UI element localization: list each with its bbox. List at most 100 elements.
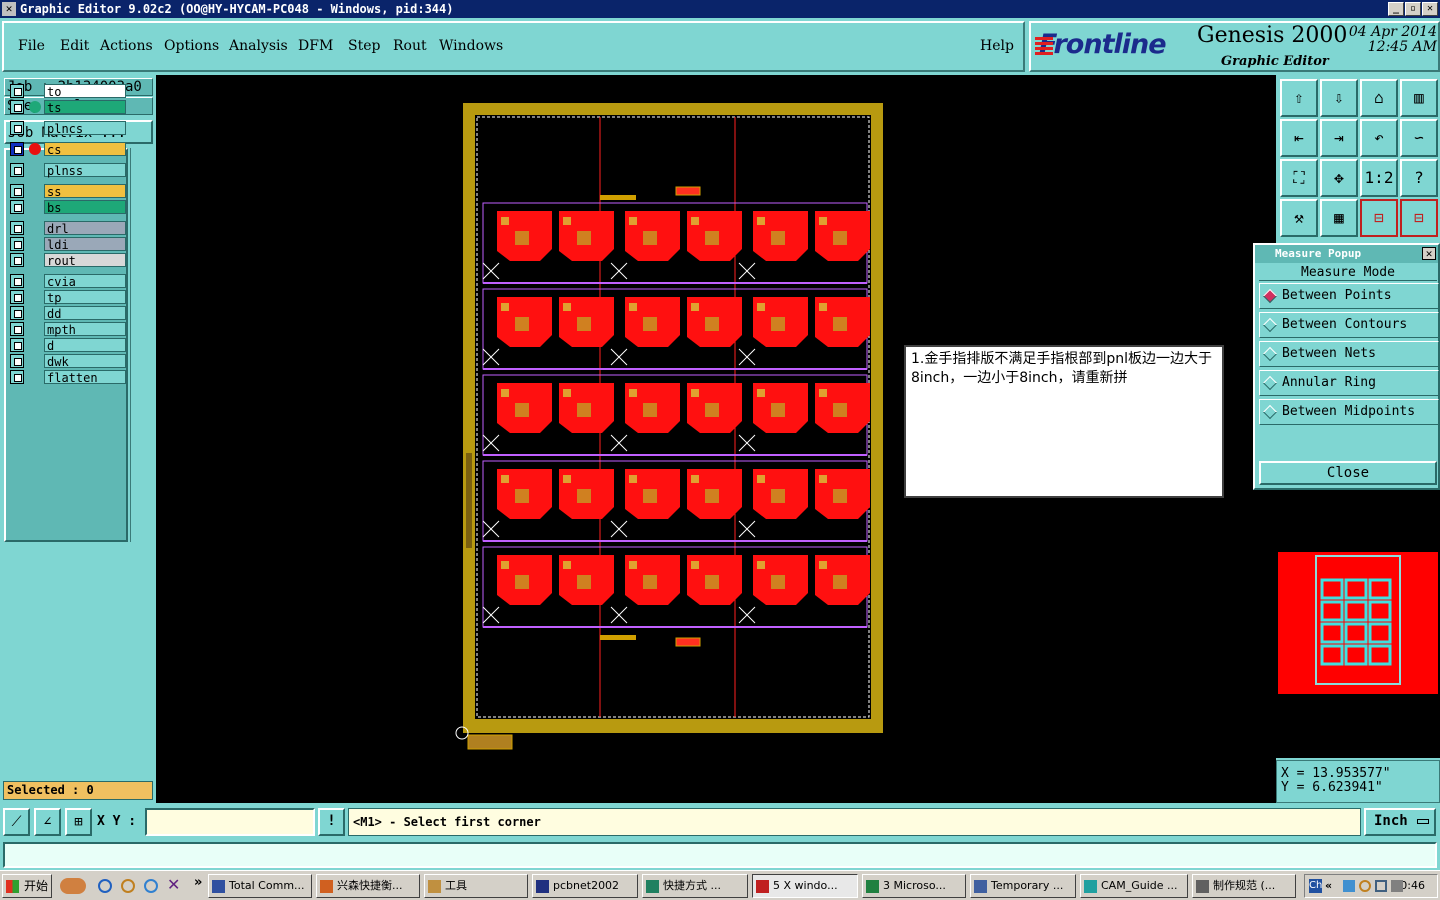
layer-checkbox[interactable] (10, 274, 24, 288)
overview-map[interactable] (1276, 490, 1440, 758)
monitor-icon[interactable] (1375, 880, 1387, 892)
center-zoom-icon[interactable]: ✥ (1320, 159, 1358, 197)
layer-checkbox[interactable] (10, 121, 24, 135)
layer-checkbox[interactable] (10, 221, 24, 235)
layer-checkbox[interactable] (10, 163, 24, 177)
close-icon[interactable]: ✕ (1422, 247, 1436, 260)
menu-step[interactable]: Step (348, 38, 380, 54)
measure-option[interactable]: Between Points (1259, 283, 1439, 309)
menu-help[interactable]: Help (980, 38, 1014, 54)
layer-checkbox[interactable] (10, 354, 24, 368)
snake-icon[interactable]: ∽ (1400, 119, 1438, 157)
layer-row[interactable]: dd (10, 306, 126, 321)
layer-row[interactable]: cs (10, 142, 126, 157)
taskbar-button[interactable]: 5 X windo... (752, 874, 858, 898)
layer-row[interactable]: flatten (10, 370, 126, 385)
network-icon[interactable] (1343, 880, 1355, 892)
layer-row[interactable]: bs (10, 200, 126, 215)
grid-snap-icon[interactable]: ⊞ (65, 808, 92, 836)
layer-checkbox[interactable] (10, 84, 24, 98)
layers-icon[interactable]: ⊟ (1360, 199, 1398, 237)
layer-checkbox[interactable] (10, 237, 24, 251)
angle-snap-icon[interactable]: ∠ (34, 808, 61, 836)
home-up-icon[interactable]: ⇧ (1280, 79, 1318, 117)
quicklaunch-icon[interactable] (60, 878, 86, 894)
minimize-button[interactable]: _ (1388, 2, 1404, 16)
snap-icon[interactable]: ⟋ (3, 808, 30, 836)
more-quicklaunch[interactable]: » (194, 875, 202, 890)
layer-row[interactable]: ss (10, 184, 126, 199)
clock-app-icon[interactable] (121, 879, 135, 893)
menu-actions[interactable]: Actions (100, 38, 153, 54)
close-window-button[interactable]: ✕ (1422, 2, 1438, 16)
menu-options[interactable]: Options (164, 38, 219, 54)
layer-row[interactable]: d (10, 338, 126, 353)
input-language[interactable]: Ch (1309, 879, 1323, 893)
layer-row[interactable]: dwk (10, 354, 126, 369)
layer-checkbox[interactable] (10, 370, 24, 384)
menu-rout[interactable]: Rout (393, 38, 427, 54)
layer-scrollbar[interactable] (130, 148, 154, 542)
tray-expand-icon[interactable]: « (1325, 875, 1332, 897)
move-left-icon[interactable]: ⇤ (1280, 119, 1318, 157)
menu-dfm[interactable]: DFM (298, 38, 333, 54)
home-icon[interactable]: ⌂ (1360, 79, 1398, 117)
home-down-icon[interactable]: ⇩ (1320, 79, 1358, 117)
taskbar-button[interactable]: Total Comm... (208, 874, 312, 898)
browser-icon[interactable] (144, 879, 158, 893)
start-button[interactable]: 开始 (2, 874, 52, 898)
move-right-icon[interactable]: ⇥ (1320, 119, 1358, 157)
help-query-icon[interactable]: ? (1400, 159, 1438, 197)
taskbar-button[interactable]: 3 Microso... (862, 874, 966, 898)
exclamation-button[interactable]: ! (318, 808, 345, 836)
layer-row[interactable]: drl (10, 221, 126, 236)
layers-active-icon[interactable]: ⊟ (1400, 199, 1438, 237)
measure-option[interactable]: Between Contours (1259, 312, 1439, 338)
measure-close-button[interactable]: Close (1259, 461, 1437, 485)
tray-app-icon[interactable] (1391, 880, 1403, 892)
taskbar-button[interactable]: 制作规范 (... (1192, 874, 1296, 898)
tools-icon[interactable]: ⚒ (1280, 199, 1318, 237)
ie-icon[interactable] (98, 879, 112, 893)
layer-checkbox[interactable] (10, 142, 24, 156)
taskbar-button[interactable]: 兴森快捷衡... (316, 874, 420, 898)
x-app-icon[interactable]: ✕ (167, 875, 180, 894)
layer-row[interactable]: mpth (10, 322, 126, 337)
layer-row[interactable]: ts (10, 100, 126, 115)
layer-row[interactable]: plnss (10, 163, 126, 178)
layer-checkbox[interactable] (10, 184, 24, 198)
taskbar-button[interactable]: 快捷方式 ... (642, 874, 748, 898)
layer-row[interactable]: plncs (10, 121, 126, 136)
xy-input[interactable] (145, 808, 315, 836)
restore-button[interactable]: ▫ (1405, 2, 1421, 16)
taskbar-button[interactable]: CAM_Guide ... (1080, 874, 1188, 898)
layer-checkbox[interactable] (10, 290, 24, 304)
fit-zoom-icon[interactable]: ⛶ (1280, 159, 1318, 197)
layer-checkbox[interactable] (10, 306, 24, 320)
layer-row[interactable]: rout (10, 253, 126, 268)
menu-edit[interactable]: Edit (60, 38, 89, 54)
grid-icon[interactable]: ▦ (1320, 199, 1358, 237)
tray-clock-icon[interactable] (1359, 880, 1371, 892)
layer-row[interactable]: to (10, 84, 126, 99)
taskbar-button[interactable]: pcbnet2002 (532, 874, 638, 898)
measure-option[interactable]: Between Nets (1259, 341, 1439, 367)
layer-row[interactable]: ldi (10, 237, 126, 252)
menu-windows[interactable]: Windows (439, 38, 503, 54)
menu-file[interactable]: File (18, 38, 45, 54)
ratio-1to1-icon[interactable]: 1:2 (1360, 159, 1398, 197)
layer-row[interactable]: tp (10, 290, 126, 305)
layer-checkbox[interactable] (10, 338, 24, 352)
layer-checkbox[interactable] (10, 253, 24, 267)
layer-row[interactable]: cvia (10, 274, 126, 289)
undo-step-icon[interactable]: ↶ (1360, 119, 1398, 157)
measure-option[interactable]: Annular Ring (1259, 370, 1439, 396)
layer-checkbox[interactable] (10, 100, 24, 114)
menu-analysis[interactable]: Analysis (229, 38, 288, 54)
taskbar-button[interactable]: 工具 (424, 874, 528, 898)
split-view-icon[interactable]: ▥ (1400, 79, 1438, 117)
layer-checkbox[interactable] (10, 322, 24, 336)
layer-checkbox[interactable] (10, 200, 24, 214)
unit-selector[interactable]: Inch (1364, 808, 1436, 836)
taskbar-button[interactable]: Temporary ... (970, 874, 1076, 898)
